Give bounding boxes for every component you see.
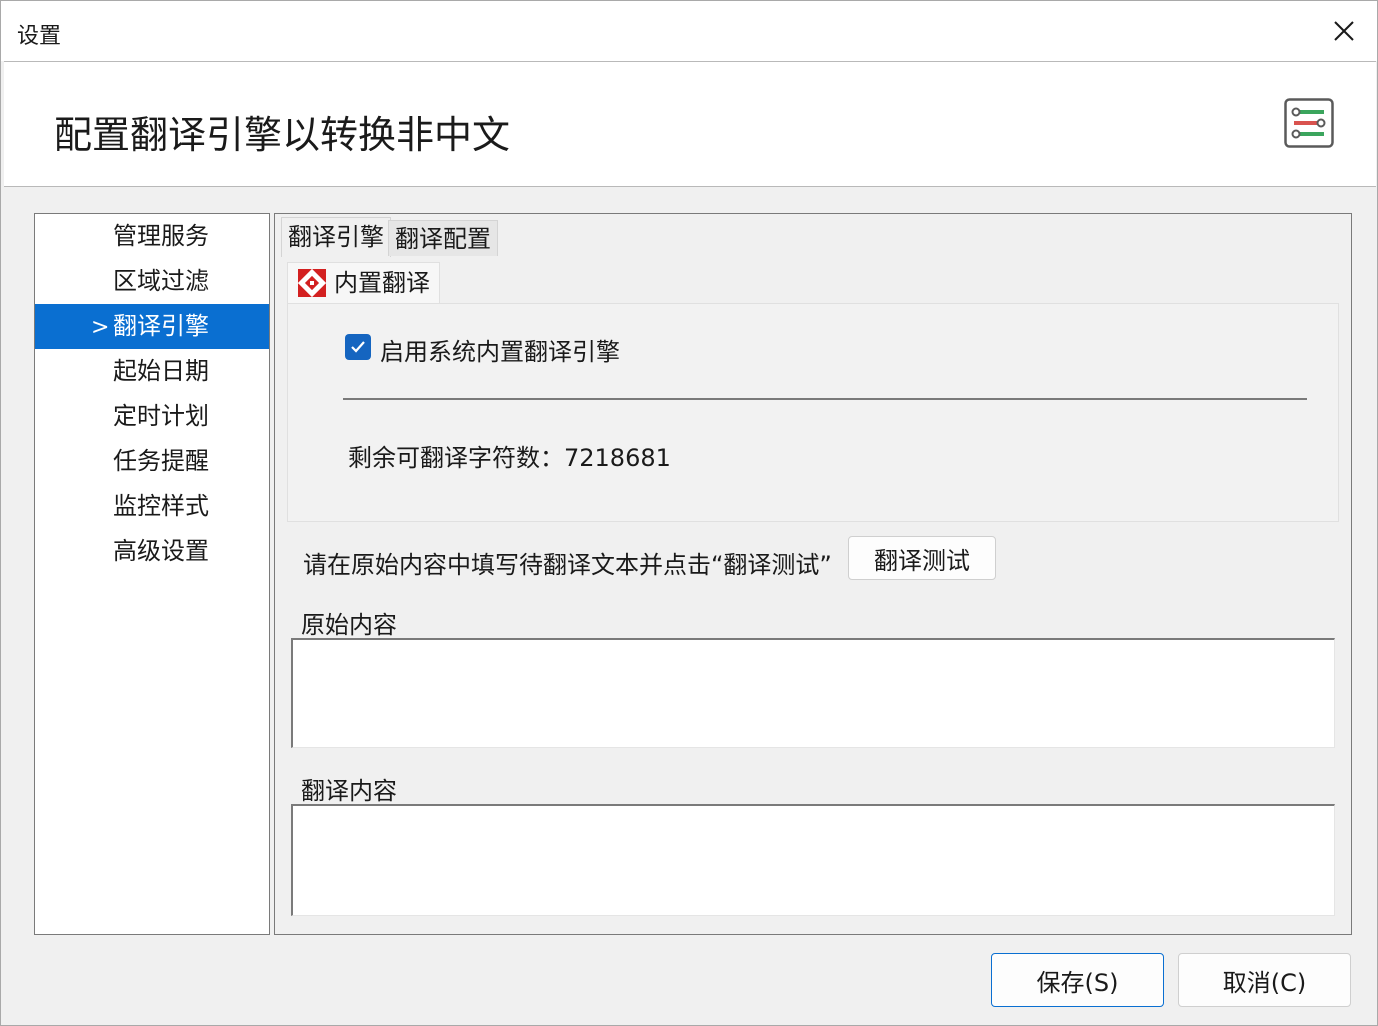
nav-item-task-reminder[interactable]: 任务提醒 — [35, 439, 269, 484]
tab-translation-engine[interactable]: 翻译引擎 — [281, 217, 391, 257]
translated-content-label: 翻译内容 — [301, 777, 397, 805]
source-content-textarea[interactable] — [291, 638, 1335, 748]
builtin-translate-logo-icon — [298, 269, 326, 297]
window-title: 设置 — [17, 24, 62, 49]
tab-builtin-translation[interactable]: 内置翻译 — [287, 262, 440, 304]
nav-item-manage-services[interactable]: 管理服务 — [35, 214, 269, 259]
nav-item-label: 高级设置 — [113, 537, 209, 565]
nav-item-start-date[interactable]: 起始日期 — [35, 349, 269, 394]
content-panel: 翻译引擎 翻译配置 内置翻译 启用系统内置翻译引擎 剩余可翻译字符数：72186… — [274, 213, 1352, 935]
page-title: 配置翻译引擎以转换非中文 — [54, 113, 511, 157]
translate-test-button[interactable]: 翻译测试 — [848, 536, 996, 580]
nav-item-region-filter[interactable]: 区域过滤 — [35, 259, 269, 304]
cancel-button[interactable]: 取消(C) — [1178, 953, 1351, 1007]
nav-item-label: 监控样式 — [113, 492, 209, 520]
divider — [343, 398, 1307, 400]
nav-item-label: 管理服务 — [113, 222, 209, 250]
source-content-label: 原始内容 — [301, 611, 397, 639]
save-button[interactable]: 保存(S) — [991, 953, 1164, 1007]
settings-nav: 管理服务 区域过滤 > 翻译引擎 起始日期 定时计划 任务提醒 监控样式 高级设置 — [34, 213, 270, 935]
builtin-engine-group: 启用系统内置翻译引擎 剩余可翻译字符数：7218681 — [287, 303, 1339, 522]
nav-item-translation-engine[interactable]: > 翻译引擎 — [35, 304, 269, 349]
nav-item-label: 任务提醒 — [113, 447, 209, 475]
nav-item-label: 区域过滤 — [113, 267, 209, 295]
inner-tab-label: 内置翻译 — [334, 269, 430, 297]
settings-dialog: 设置 配置翻译引擎以转换非中文 管理服务 区域过滤 > 翻译引擎 起始日期 定时计… — [0, 0, 1378, 1026]
remaining-characters: 剩余可翻译字符数：7218681 — [348, 444, 671, 472]
enable-builtin-checkbox[interactable] — [345, 334, 371, 360]
translated-content-textarea[interactable] — [291, 804, 1335, 916]
nav-item-advanced[interactable]: 高级设置 — [35, 529, 269, 574]
nav-item-monitor-style[interactable]: 监控样式 — [35, 484, 269, 529]
nav-item-label: 起始日期 — [113, 357, 209, 385]
nav-item-label: 定时计划 — [113, 402, 209, 430]
close-icon — [1334, 21, 1354, 41]
close-button[interactable] — [1311, 1, 1377, 61]
checkmark-icon — [351, 341, 365, 353]
title-bar: 设置 — [1, 1, 1377, 61]
selected-marker: > — [91, 315, 110, 340]
nav-item-schedule[interactable]: 定时计划 — [35, 394, 269, 439]
enable-builtin-label: 启用系统内置翻译引擎 — [380, 338, 620, 366]
settings-sliders-icon — [1284, 98, 1334, 148]
header-banner: 配置翻译引擎以转换非中文 — [4, 61, 1376, 187]
nav-item-label: 翻译引擎 — [113, 312, 209, 340]
tab-translation-config[interactable]: 翻译配置 — [388, 220, 498, 256]
test-hint: 请在原始内容中填写待翻译文本并点击“翻译测试” — [303, 551, 832, 579]
